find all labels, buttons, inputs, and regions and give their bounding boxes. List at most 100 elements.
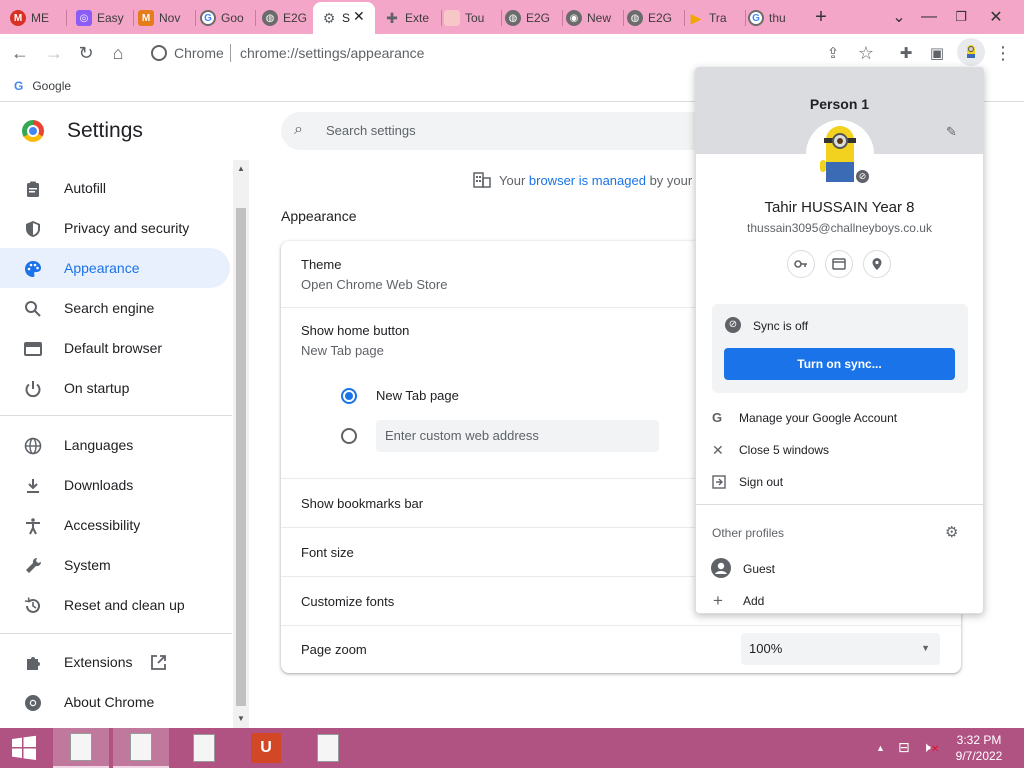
tab-easy[interactable]: ◎ Easy (76, 4, 134, 32)
tray-chevron-icon[interactable]: ▲ (876, 743, 885, 753)
profile-name-header: Person 1 (809, 96, 870, 112)
omnibox-scheme: Chrome (174, 45, 224, 61)
globe-icon: ◍ (262, 10, 278, 26)
scroll-down-icon[interactable]: ▼ (237, 714, 245, 723)
sidebar-item-accessibility[interactable]: Accessibility (0, 505, 230, 545)
google-icon: G (14, 79, 24, 93)
menu-kebab-icon[interactable]: ⋮ (992, 42, 1014, 64)
custom-address-input[interactable]: Enter custom web address (376, 420, 659, 452)
close-icon: ✕ (712, 442, 724, 458)
payment-card-icon[interactable] (825, 250, 853, 278)
sidebar-item-on-startup[interactable]: On startup (0, 368, 230, 408)
side-panel-icon[interactable]: ▣ (926, 42, 948, 64)
taskbar-app-3[interactable] (176, 728, 232, 768)
font-size-title: Font size (301, 545, 354, 560)
power-icon (25, 381, 41, 398)
sidebar-item-autofill[interactable]: Autofill (0, 168, 230, 208)
tab-thu[interactable]: G thu (748, 4, 804, 32)
share-icon[interactable]: ⇪ (822, 42, 844, 64)
turn-on-sync-button[interactable]: Turn on sync... (724, 348, 955, 380)
menu-sign-out[interactable]: Sign out (696, 468, 983, 496)
sidebar-item-search-engine[interactable]: Search engine (0, 288, 230, 328)
tab-label: ME (31, 11, 49, 25)
globe-icon: ◍ (627, 10, 643, 26)
addresses-location-icon[interactable] (863, 250, 891, 278)
scroll-up-icon[interactable]: ▲ (237, 164, 245, 173)
tab-close-icon[interactable]: ✕ (353, 8, 365, 25)
radio-custom-address[interactable] (341, 428, 357, 444)
reload-icon[interactable]: ↻ (75, 42, 97, 64)
bookmark-label: Google (32, 79, 72, 93)
taskbar-app-4[interactable]: U (238, 728, 294, 768)
scrollbar-thumb[interactable] (236, 208, 246, 706)
tab-new[interactable]: ◉ New (566, 4, 624, 32)
radio-new-tab-page[interactable] (341, 388, 357, 404)
section-title: Appearance (281, 208, 357, 224)
sidebar-scrollbar[interactable]: ▲ ▼ (233, 160, 249, 728)
sidebar-item-extensions[interactable]: Extensions (0, 642, 230, 682)
other-profiles-label: Other profiles (712, 526, 785, 540)
profile-email: thussain3095@challneyboys.co.uk (747, 221, 932, 235)
tab-label: E2G (283, 11, 308, 25)
tab-label: Easy (97, 11, 124, 25)
network-icon[interactable]: ⊟ (898, 739, 910, 756)
tab-label: Tou (465, 11, 485, 25)
start-button[interactable] (0, 728, 48, 768)
tab-tou[interactable]: Tou (444, 4, 502, 32)
menu-manage-account[interactable]: G Manage your Google Account (696, 404, 983, 432)
new-tab-button[interactable]: + (810, 6, 832, 28)
sidebar-item-default-browser[interactable]: Default browser (0, 328, 230, 368)
sidebar-item-appearance[interactable]: Appearance (0, 248, 230, 288)
taskbar-app-1[interactable] (53, 728, 109, 768)
tab-tra[interactable]: ▶ Tra (688, 4, 746, 32)
tab-settings[interactable]: ⚙ S ✕ (313, 2, 375, 34)
open-in-new-icon (151, 655, 166, 670)
edit-pencil-icon[interactable]: ✎ (946, 124, 957, 140)
chrome-icon: ◉ (566, 10, 582, 26)
tab-e2g-2[interactable]: ◍ E2G (505, 4, 563, 32)
volume-muted-icon[interactable]: 🕨✕ (922, 739, 939, 756)
passwords-key-icon[interactable] (787, 250, 815, 278)
bookmark-star-icon[interactable]: ☆ (855, 42, 877, 64)
restore-button[interactable]: ❐ (950, 6, 972, 28)
sidebar-item-label: On startup (64, 380, 130, 396)
page-title: Settings (67, 119, 143, 142)
system-clock[interactable]: 3:32 PM 9/7/2022 (948, 732, 1010, 764)
forward-icon[interactable]: → (43, 42, 65, 64)
extensions-puzzle-icon[interactable]: ✚ (895, 42, 917, 64)
sidebar-item-reset[interactable]: Reset and clean up (0, 585, 230, 625)
page-zoom-select[interactable]: 100% ▼ (741, 633, 940, 665)
sidebar-item-label: Search engine (64, 300, 155, 316)
profile-guest[interactable]: Guest (696, 553, 983, 583)
profile-avatar-button[interactable] (957, 38, 985, 66)
taskbar-app-5[interactable] (300, 728, 356, 768)
tab-nov[interactable]: M Nov (138, 4, 196, 32)
managed-link[interactable]: browser is managed (529, 173, 646, 188)
sync-off-icon: ⊘ (725, 317, 741, 333)
close-window-button[interactable]: ✕ (985, 6, 1007, 28)
back-icon[interactable]: ← (9, 42, 31, 64)
omnibox[interactable]: Chrome chrome://settings/appearance (143, 37, 888, 68)
tab-extensions[interactable]: ✚ Exte (384, 4, 442, 32)
minimize-button[interactable]: — (918, 6, 940, 28)
tab-search-chevron-icon[interactable]: ⌄ (888, 6, 910, 28)
dropdown-arrow-icon: ▼ (921, 643, 930, 653)
taskbar-app-2[interactable] (113, 728, 169, 768)
sidebar-item-system[interactable]: System (0, 545, 230, 585)
tab-gmail[interactable]: M ME (10, 4, 67, 32)
bookmark-google[interactable]: G Google (14, 79, 71, 93)
sidebar-item-privacy[interactable]: Privacy and security (0, 208, 230, 248)
manage-profiles-gear-icon[interactable]: ⚙ (945, 523, 958, 541)
sidebar-item-label: Privacy and security (64, 220, 190, 236)
home-icon[interactable]: ⌂ (107, 42, 129, 64)
tab-e2g-1[interactable]: ◍ E2G (262, 4, 314, 32)
sidebar-item-downloads[interactable]: Downloads (0, 465, 230, 505)
tab-e2g-3[interactable]: ◍ E2G (627, 4, 685, 32)
profile-add[interactable]: + Add (696, 587, 983, 615)
sidebar-item-about-chrome[interactable]: About Chrome (0, 682, 230, 722)
tab-label: Goo (221, 11, 244, 25)
sidebar-item-languages[interactable]: Languages (0, 425, 230, 465)
profile-user-name: Tahir HUSSAIN Year 8 (764, 199, 915, 216)
menu-close-windows[interactable]: ✕ Close 5 windows (696, 436, 983, 464)
tab-google[interactable]: G Goo (200, 4, 256, 32)
